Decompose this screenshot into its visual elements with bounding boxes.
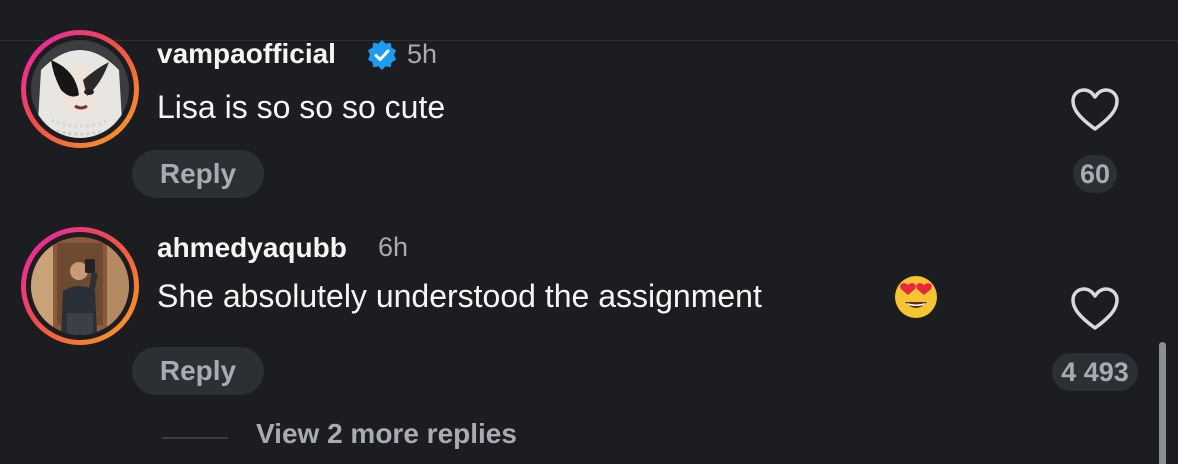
comment-text: She absolutely understood the assignment <box>157 278 762 314</box>
verified-badge-icon <box>368 40 396 70</box>
comment-text: Lisa is so so so cute <box>157 89 446 125</box>
like-heart-icon[interactable] <box>1070 286 1120 332</box>
replies-divider-line <box>162 437 228 439</box>
comment-username[interactable]: vampaofficial <box>157 38 336 70</box>
heart-eyes-emoji-icon <box>895 276 937 318</box>
avatar-ahmedyaqubb[interactable] <box>21 227 139 345</box>
comment-time: 5h <box>407 39 438 69</box>
avatar-vampaofficial[interactable] <box>21 30 139 148</box>
scrollbar[interactable] <box>1159 342 1166 464</box>
like-count: 4 493 <box>1052 353 1138 391</box>
woman-dark-makeup-avatar <box>31 40 129 138</box>
reply-button[interactable]: Reply <box>132 347 264 395</box>
reply-button[interactable]: Reply <box>132 150 264 198</box>
comment-time: 6h <box>378 232 409 262</box>
comment-username[interactable]: ahmedyaqubb <box>157 232 347 264</box>
like-count: 60 <box>1073 155 1117 193</box>
comments-panel: vampaofficial 5h Lisa is so so so cute R… <box>0 0 1178 464</box>
man-mirror-selfie-avatar <box>31 237 129 335</box>
like-heart-icon[interactable] <box>1070 87 1120 133</box>
view-more-replies-button[interactable]: View 2 more replies <box>256 418 517 450</box>
